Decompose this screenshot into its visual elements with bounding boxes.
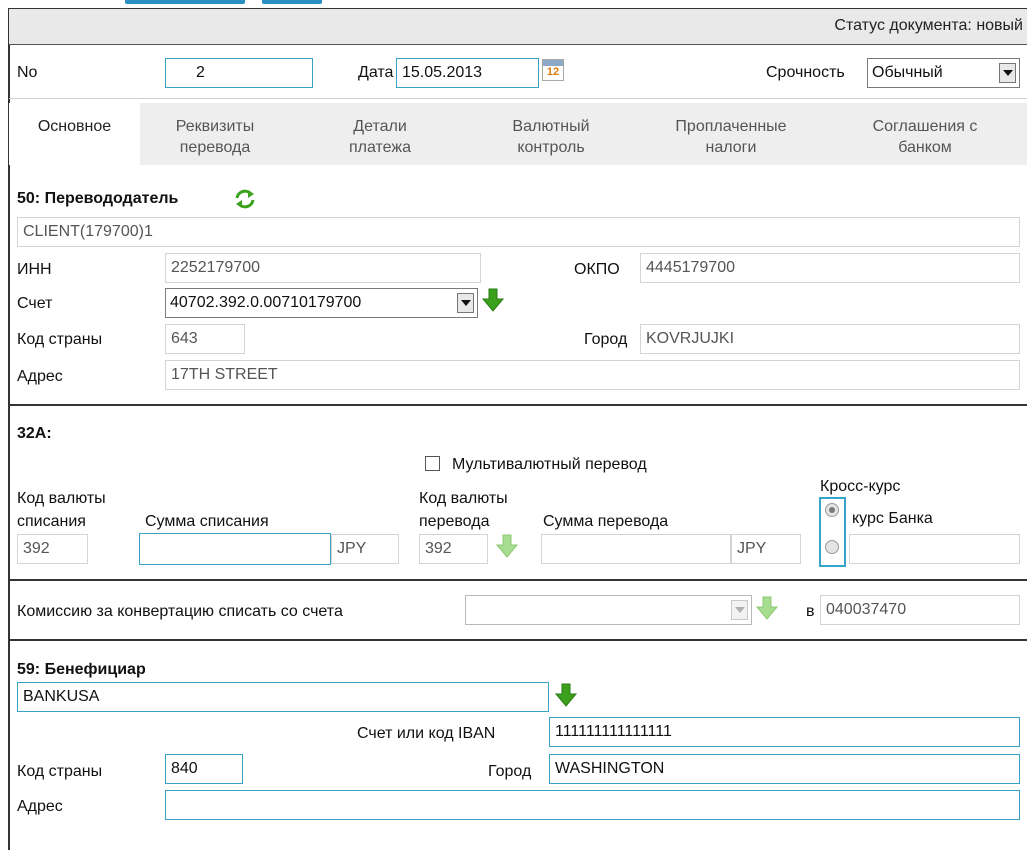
beneficiary-country-label: Код страны — [17, 763, 103, 780]
green-arrow-down-icon[interactable] — [481, 288, 505, 312]
debit-currency-field: 392 — [17, 534, 88, 564]
transfer-currency-label-2: перевода — [419, 513, 490, 530]
account-label: Счет — [17, 295, 53, 312]
beneficiary-country-input[interactable]: 840 — [165, 754, 243, 784]
refresh-icon[interactable] — [233, 188, 257, 210]
inn-field: 2252179700 — [165, 253, 481, 283]
urgency-select[interactable]: Обычный — [867, 58, 1020, 88]
tab-transfer-details-label: Реквизиты перевода — [175, 118, 255, 156]
green-arrow-down-icon — [495, 534, 519, 558]
tab-currency-control-label: Валютный контроль — [512, 118, 590, 156]
beneficiary-address-label: Адрес — [17, 798, 63, 815]
status-bar: Статус документа: новый — [9, 8, 1027, 45]
green-arrow-down-icon — [755, 596, 779, 620]
debit-currency-label-1: Код валюты — [17, 490, 106, 507]
tab-payment-details[interactable]: Детали платежа — [315, 103, 445, 165]
date-label: Дата — [358, 64, 394, 81]
tab-bank-agreements[interactable]: Соглашения с банком — [840, 103, 1010, 165]
transfer-amount-currency-field: JPY — [731, 534, 801, 564]
calendar-icon[interactable]: 12 — [542, 59, 564, 81]
debit-amount-label: Сумма списания — [145, 513, 269, 530]
number-input[interactable]: 2 — [165, 58, 313, 88]
city-field: KOVRJUJKI — [640, 324, 1020, 354]
tab-bank-agreements-label: Соглашения с банком — [872, 118, 978, 156]
beneficiary-section-title: 59: Бенефициар — [17, 661, 146, 678]
tab-payment-details-label: Детали платежа — [348, 118, 411, 156]
transfer-amount-field — [541, 534, 731, 564]
beneficiary-city-input[interactable]: WASHINGTON — [549, 754, 1020, 784]
section-divider — [9, 639, 1027, 641]
account-value: 40702.392.0.00710179700 — [170, 294, 362, 311]
account-select[interactable]: 40702.392.0.00710179700 — [165, 288, 478, 318]
document-status: Статус документа: новый — [834, 17, 1023, 34]
transfer-currency-label-1: Код валюты — [419, 490, 508, 507]
custom-rate-radio[interactable] — [825, 540, 839, 554]
remitter-section-title: 50: Перевододатель — [17, 190, 179, 207]
multicurrency-label: Мультивалютный перевод — [452, 456, 647, 473]
date-input[interactable]: 15.05.2013 — [396, 58, 539, 88]
debit-amount-currency-field: JPY — [331, 534, 399, 564]
chevron-down-icon[interactable] — [457, 293, 474, 313]
commission-bic-field: 040037470 — [820, 595, 1020, 625]
section-divider — [9, 404, 1027, 406]
section-divider — [9, 579, 1027, 581]
chevron-down-icon[interactable] — [999, 63, 1016, 83]
beneficiary-name-input[interactable]: BANKUSA — [17, 682, 549, 712]
okpo-field: 4445179700 — [640, 253, 1020, 283]
beneficiary-address-input[interactable] — [165, 790, 1020, 820]
okpo-label: ОКПО — [574, 261, 620, 278]
remitter-name-field: CLIENT(179700)1 — [17, 217, 1020, 247]
transfer-amount-label: Сумма перевода — [543, 513, 669, 530]
tab-currency-control[interactable]: Валютный контроль — [486, 103, 616, 165]
commission-label: Комиссию за конвертацию списать со счета — [17, 603, 343, 620]
tab-main-label: Основное — [37, 118, 112, 135]
green-arrow-down-icon[interactable] — [554, 683, 578, 707]
urgency-value: Обычный — [872, 64, 943, 81]
commission-account-select[interactable] — [465, 595, 752, 625]
urgency-label: Срочность — [766, 64, 845, 81]
debit-amount-input[interactable] — [139, 533, 331, 565]
country-code-label: Код страны — [17, 331, 103, 348]
beneficiary-account-label: Счет или код IBAN — [357, 725, 496, 742]
beneficiary-city-label: Город — [488, 763, 532, 780]
inn-label: ИНН — [17, 261, 52, 278]
chevron-down-icon[interactable] — [731, 600, 748, 620]
bank-rate-label: курс Банка — [852, 510, 933, 527]
address-field: 17TH STREET — [165, 360, 1020, 390]
bic-label: в — [806, 603, 815, 620]
country-code-field: 643 — [165, 324, 245, 354]
address-label: Адрес — [17, 368, 63, 385]
tab-transfer-details[interactable]: Реквизиты перевода — [150, 103, 280, 165]
tab-paid-taxes-label: Проплаченные налоги — [675, 118, 787, 156]
custom-rate-field — [849, 534, 1020, 564]
bank-rate-radio[interactable] — [825, 503, 839, 517]
transfer-currency-field: 392 — [419, 534, 488, 564]
page-title-remnant — [0, 0, 1027, 8]
header-divider — [9, 98, 1027, 99]
city-label: Город — [584, 331, 628, 348]
debit-currency-label-2: списания — [17, 513, 86, 530]
cross-rate-label: Кросс-курс — [820, 478, 901, 495]
tab-main[interactable]: Основное — [9, 103, 140, 165]
beneficiary-account-input[interactable]: 111111111111111 — [549, 717, 1020, 747]
number-label: No — [17, 64, 38, 81]
amount-section-title: 32A: — [17, 425, 52, 442]
tab-paid-taxes[interactable]: Проплаченные налоги — [646, 103, 816, 165]
multicurrency-checkbox[interactable] — [425, 456, 440, 471]
